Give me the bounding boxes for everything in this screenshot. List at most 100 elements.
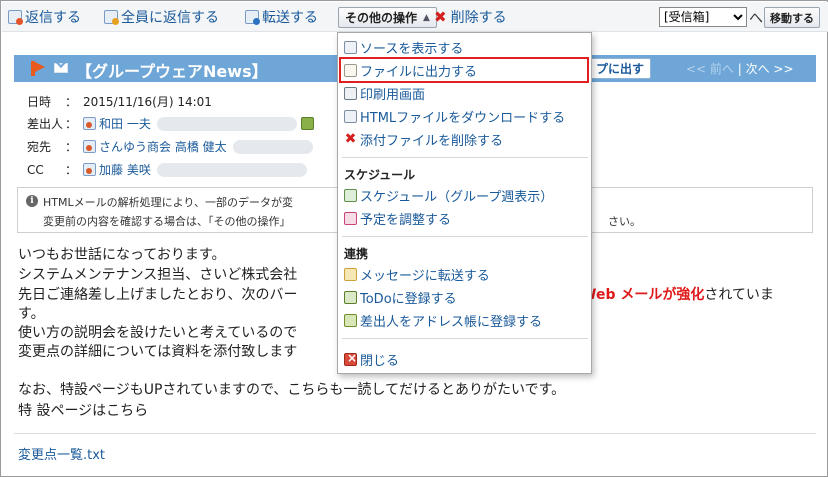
body-line-6: 変更点の詳細については資料を添付致します <box>18 344 298 360</box>
menu-separator <box>342 236 588 237</box>
forward-label: 転送する <box>262 10 318 26</box>
body-emphasis: Web メールが強化 <box>581 287 705 303</box>
body-line-3: 先日ご連絡差し上げましたとおり、次のバー <box>18 287 298 303</box>
reply-label: 返信する <box>25 10 81 26</box>
colon: ： <box>65 117 78 131</box>
delete-x-icon: ✖ <box>344 131 357 147</box>
cc-link[interactable]: 加藤 美咲 <box>99 161 151 178</box>
from-row: 差出人 ： 和田 一夫 <box>27 115 314 132</box>
address-book-icon <box>344 313 357 327</box>
menu-add-todo-label: ToDoに登録する <box>360 291 457 307</box>
popout-button[interactable]: プに出す <box>589 58 652 79</box>
reply-all-button[interactable]: 全員に返信する <box>104 7 219 27</box>
redacted-address <box>232 139 313 154</box>
menu-export-file[interactable]: ファイルに出力する <box>339 57 589 83</box>
forward-button[interactable]: 転送する <box>245 7 318 27</box>
menu-section-schedule: スケジュール <box>344 168 416 182</box>
download-html-icon <box>344 109 357 123</box>
body-line-1: いつもお世話になっております。 <box>18 247 226 263</box>
menu-forward-message-label: メッセージに転送する <box>360 268 490 284</box>
address-book-icon[interactable] <box>300 117 314 130</box>
notice-line-2: 変更前の内容を確認する場合は、「その他の操作」 <box>43 215 291 228</box>
user-icon <box>83 117 96 130</box>
menu-print-label: 印刷用画面 <box>360 87 426 103</box>
to-link[interactable]: さんゆう商会 高橋 健太 <box>99 138 227 155</box>
cc-label: CC <box>27 162 44 177</box>
date-row: 日時 ： 2015/11/16(月) 14:01 <box>27 93 212 110</box>
menu-delete-attachment[interactable]: ✖ 添付ファイルを削除する <box>344 129 503 149</box>
special-page-link[interactable]: 特 設ページはこちら <box>18 400 148 420</box>
body-line-4: す。 <box>18 306 45 322</box>
menu-adjust-schedule-label: 予定を調整する <box>360 212 452 228</box>
reply-icon <box>8 10 23 25</box>
menu-separator <box>342 157 588 158</box>
menu-section-link: 連携 <box>344 247 369 261</box>
view-source-icon <box>344 40 357 54</box>
menu-close-label: 閉じる <box>360 353 400 369</box>
schedule-icon <box>344 188 357 202</box>
menu-download-html[interactable]: HTMLファイルをダウンロードする <box>344 106 565 126</box>
attachment-link[interactable]: 変更点一覧.txt <box>18 444 105 463</box>
other-actions-menu: ソースを表示する ファイルに出力する 印刷用画面 HTMLファイルをダウンロード… <box>337 32 592 374</box>
mail-detail-window: 返信する 全員に返信する 転送する その他の操作 ▲ ✖ 削除する [受信箱] … <box>0 0 828 477</box>
folder-suffix: へ <box>749 11 763 27</box>
menu-close[interactable]: 閉じる <box>344 349 399 369</box>
triangle-up-icon: ▲ <box>423 12 430 23</box>
todo-check-icon <box>344 290 357 304</box>
date-label: 日時 <box>27 95 52 109</box>
file-export-icon <box>344 63 357 77</box>
delete-x-icon: ✖ <box>434 8 447 26</box>
menu-add-address-book-label: 差出人をアドレス帳に登録する <box>360 314 543 330</box>
notice-line-2-end: さい。 <box>608 215 641 228</box>
message-bubble-icon <box>344 267 357 281</box>
forward-icon <box>245 10 260 25</box>
menu-forward-message[interactable]: メッセージに転送する <box>344 264 490 284</box>
folder-select[interactable]: [受信箱] <box>659 7 747 27</box>
to-row: 宛先 ： さんゆう商会 高橋 健太 <box>27 138 313 155</box>
redacted-address <box>156 116 297 131</box>
body-line-5: 使い方の説明会を設けたいと考えているので <box>18 325 298 341</box>
colon: ： <box>65 140 78 154</box>
mail-subject: 【グループウェアNews】 <box>76 62 268 81</box>
menu-schedule-group-week[interactable]: スケジュール（グループ週表示） <box>344 185 553 205</box>
other-actions-button[interactable]: その他の操作 ▲ <box>338 7 437 28</box>
envelope-read-icon <box>54 63 68 73</box>
printer-icon <box>344 86 357 100</box>
from-label: 差出人 <box>27 117 64 131</box>
menu-delete-attachment-label: 添付ファイルを削除する <box>360 133 504 149</box>
user-icon <box>83 140 96 153</box>
menu-view-source[interactable]: ソースを表示する <box>344 37 463 57</box>
next-link[interactable]: 次へ >> <box>746 62 794 76</box>
delete-label: 削除する <box>450 10 507 26</box>
menu-add-todo[interactable]: ToDoに登録する <box>344 287 457 307</box>
menu-view-source-label: ソースを表示する <box>360 41 464 57</box>
nav-separator: | <box>733 62 746 76</box>
flag-icon[interactable] <box>31 61 45 76</box>
close-icon <box>344 351 357 366</box>
reply-button[interactable]: 返信する <box>8 7 81 27</box>
prev-link[interactable]: << 前へ <box>686 62 734 76</box>
cc-row: CC ： 加藤 美咲 <box>27 161 307 178</box>
move-button[interactable]: 移動する <box>764 7 820 28</box>
info-icon: i <box>26 195 38 207</box>
menu-schedule-group-week-label: スケジュール（グループ週表示） <box>360 189 554 205</box>
menu-adjust-schedule[interactable]: 予定を調整する <box>344 208 451 228</box>
mail-toolbar: 返信する 全員に返信する 転送する その他の操作 ▲ ✖ 削除する [受信箱] … <box>2 2 828 32</box>
menu-add-address-book[interactable]: 差出人をアドレス帳に登録する <box>344 310 542 330</box>
menu-export-file-label: ファイルに出力する <box>360 64 478 80</box>
delete-button[interactable]: ✖ 削除する <box>434 7 507 27</box>
mail-navigation: << 前へ | 次へ >> <box>686 60 794 77</box>
notice-line-1: HTMLメールの解析処理により、一部のデータが変 <box>43 196 293 209</box>
adjust-schedule-icon <box>344 211 357 225</box>
reply-all-icon <box>104 10 119 25</box>
body-line-3-tail: されていま <box>704 287 774 303</box>
body-line-3-end: Web メールが強化されていま <box>581 284 774 304</box>
colon: ： <box>65 163 78 177</box>
menu-print[interactable]: 印刷用画面 <box>344 83 425 103</box>
body-line-2: システムメンテナンス担当、さいど株式会社 <box>18 267 298 283</box>
from-link[interactable]: 和田 一夫 <box>99 115 151 132</box>
attachment-divider <box>14 433 816 434</box>
menu-separator <box>342 338 588 339</box>
reply-all-label: 全員に返信する <box>121 10 219 26</box>
menu-download-html-label: HTMLファイルをダウンロードする <box>360 110 566 126</box>
